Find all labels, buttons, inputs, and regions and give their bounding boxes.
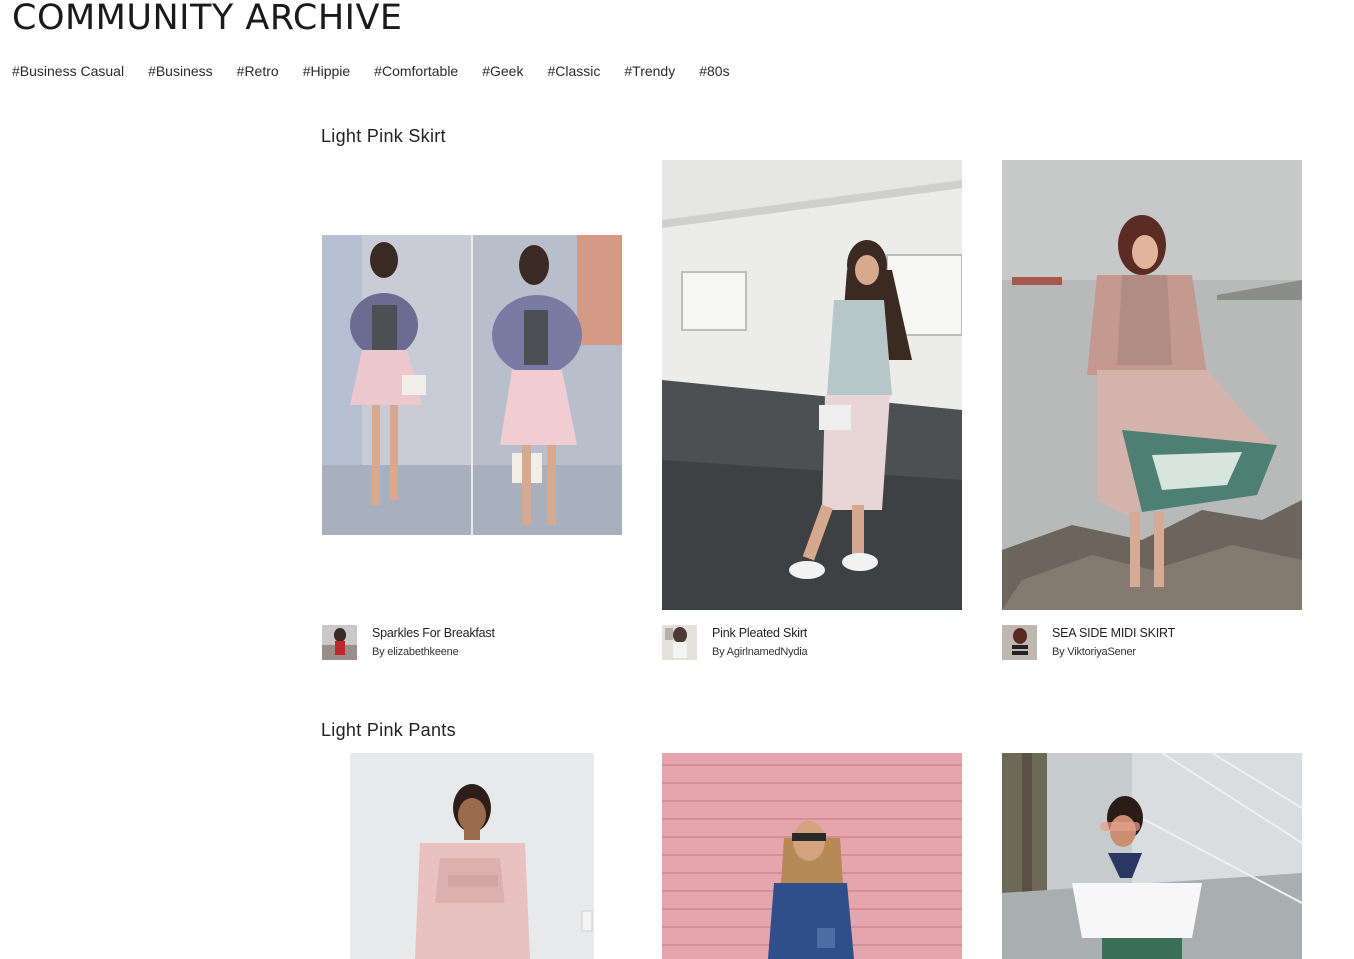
outfit-title[interactable]: Pink Pleated Skirt <box>712 626 807 640</box>
tag-comfortable[interactable]: #Comfortable <box>374 62 458 80</box>
tag-classic[interactable]: #Classic <box>547 62 600 80</box>
outfit-photo-1[interactable] <box>322 235 622 535</box>
outfit-photo-3[interactable] <box>1002 160 1302 610</box>
section-title-light-pink-skirt: Light Pink Skirt <box>321 126 446 146</box>
outfit-author[interactable]: By AgirlnamedNydia <box>712 646 808 658</box>
tag-80s[interactable]: #80s <box>699 62 729 80</box>
card-meta-1: Sparkles For Breakfast By elizabethkeene <box>322 625 622 661</box>
outfit-photo-5[interactable] <box>662 753 962 959</box>
section-title-light-pink-pants: Light Pink Pants <box>321 720 456 740</box>
outfit-author[interactable]: By elizabethkeene <box>372 646 459 658</box>
outfit-photo-2[interactable] <box>662 160 962 610</box>
author-avatar[interactable] <box>1002 625 1037 660</box>
outfit-photo-4[interactable] <box>350 753 594 959</box>
outfit-title[interactable]: SEA SIDE MIDI SKIRT <box>1052 626 1175 640</box>
author-avatar[interactable] <box>662 625 697 660</box>
tag-list: #Business Casual #Business #Retro #Hippi… <box>12 62 754 80</box>
tag-business-casual[interactable]: #Business Casual <box>12 62 124 80</box>
outfit-photo-6[interactable] <box>1002 753 1302 959</box>
tag-business[interactable]: #Business <box>148 62 213 80</box>
tag-geek[interactable]: #Geek <box>482 62 523 80</box>
outfit-author[interactable]: By ViktoriyaSener <box>1052 646 1136 658</box>
tag-hippie[interactable]: #Hippie <box>303 62 350 80</box>
tag-retro[interactable]: #Retro <box>237 62 279 80</box>
card-meta-2: Pink Pleated Skirt By AgirlnamedNydia <box>662 625 962 661</box>
author-avatar[interactable] <box>322 625 357 660</box>
outfit-title[interactable]: Sparkles For Breakfast <box>372 626 495 640</box>
tag-trendy[interactable]: #Trendy <box>624 62 675 80</box>
page-title: COMMUNITY ARCHIVE <box>12 0 403 38</box>
card-meta-3: SEA SIDE MIDI SKIRT By ViktoriyaSener <box>1002 625 1302 661</box>
